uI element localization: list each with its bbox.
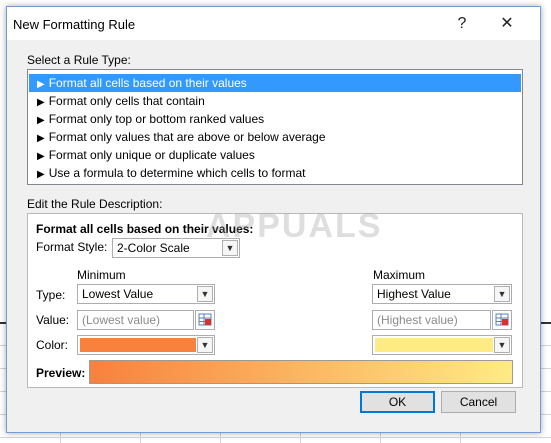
triangle-right-icon: ▶ <box>37 169 45 180</box>
maximum-color-swatch <box>375 338 493 352</box>
maximum-type-value: Highest Value <box>377 287 451 301</box>
minimum-type-value: Lowest Value <box>82 287 154 301</box>
rule-type-item-label: Format only top or bottom ranked values <box>48 112 265 126</box>
rule-type-item-label: Format only unique or duplicate values <box>48 148 255 162</box>
close-button[interactable]: ✕ <box>493 13 521 35</box>
maximum-label: Maximum <box>373 268 426 282</box>
minimum-color-picker[interactable]: ▼ <box>77 335 215 355</box>
preview-label: Preview: <box>36 366 86 380</box>
maximum-value-placeholder: (Highest value) <box>377 313 458 327</box>
type-label: Type: <box>36 288 66 302</box>
rule-type-list[interactable]: ▶ Format all cells based on their values … <box>27 69 523 185</box>
ok-button[interactable]: OK <box>360 391 435 413</box>
triangle-right-icon: ▶ <box>37 151 45 162</box>
range-select-icon[interactable] <box>492 310 512 330</box>
color-label: Color: <box>36 338 69 352</box>
rule-type-item[interactable]: ▶ Format only cells that contain <box>29 92 521 110</box>
chevron-down-icon: ▼ <box>494 286 510 302</box>
minimum-value-input[interactable]: (Lowest value) <box>77 310 194 330</box>
maximum-value-input[interactable]: (Highest value) <box>372 310 491 330</box>
minimum-type-select[interactable]: Lowest Value ▼ <box>77 284 215 304</box>
format-style-value: 2-Color Scale <box>117 241 190 255</box>
rule-type-item-label: Format only cells that contain <box>48 94 205 108</box>
rule-type-item-label: Use a formula to determine which cells t… <box>48 166 306 180</box>
maximum-color-picker[interactable]: ▼ <box>372 335 512 355</box>
preview-gradient <box>89 360 513 384</box>
rule-type-item[interactable]: ▶ Use a formula to determine which cells … <box>29 164 521 182</box>
triangle-right-icon: ▶ <box>37 115 45 126</box>
cancel-button[interactable]: Cancel <box>441 391 516 413</box>
rule-type-label: Select a Rule Type: <box>27 53 131 67</box>
rule-description-label: Edit the Rule Description: <box>27 197 163 211</box>
chevron-down-icon: ▼ <box>197 286 213 302</box>
watermark: APPUALS <box>206 207 383 245</box>
chevron-down-icon: ▼ <box>494 337 510 353</box>
triangle-right-icon: ▶ <box>37 97 45 108</box>
maximum-type-select[interactable]: Highest Value ▼ <box>372 284 512 304</box>
chevron-down-icon: ▼ <box>197 337 213 353</box>
rule-type-item[interactable]: ▶ Format all cells based on their values <box>29 74 521 92</box>
triangle-right-icon: ▶ <box>37 133 45 144</box>
new-formatting-rule-dialog: New Formatting Rule ? ✕ Select a Rule Ty… <box>6 6 541 433</box>
dialog-title: New Formatting Rule <box>13 17 136 32</box>
format-style-label: Format Style: <box>36 240 108 254</box>
minimum-label: Minimum <box>77 268 126 282</box>
value-label: Value: <box>36 313 70 327</box>
rule-type-item-label: Format all cells based on their values <box>48 76 247 90</box>
rule-type-item-label: Format only values that are above or bel… <box>48 130 326 144</box>
rule-type-item[interactable]: ▶ Format only top or bottom ranked values <box>29 110 521 128</box>
triangle-right-icon: ▶ <box>37 79 45 90</box>
minimum-color-swatch <box>80 338 196 352</box>
title-bar: New Formatting Rule ? ✕ <box>7 7 540 40</box>
range-select-icon[interactable] <box>195 310 215 330</box>
help-button[interactable]: ? <box>448 13 476 35</box>
rule-type-item[interactable]: ▶ Format only values that are above or be… <box>29 128 521 146</box>
grid-line <box>0 437 551 438</box>
rule-type-item[interactable]: ▶ Format only unique or duplicate values <box>29 146 521 164</box>
minimum-value-placeholder: (Lowest value) <box>82 313 161 327</box>
